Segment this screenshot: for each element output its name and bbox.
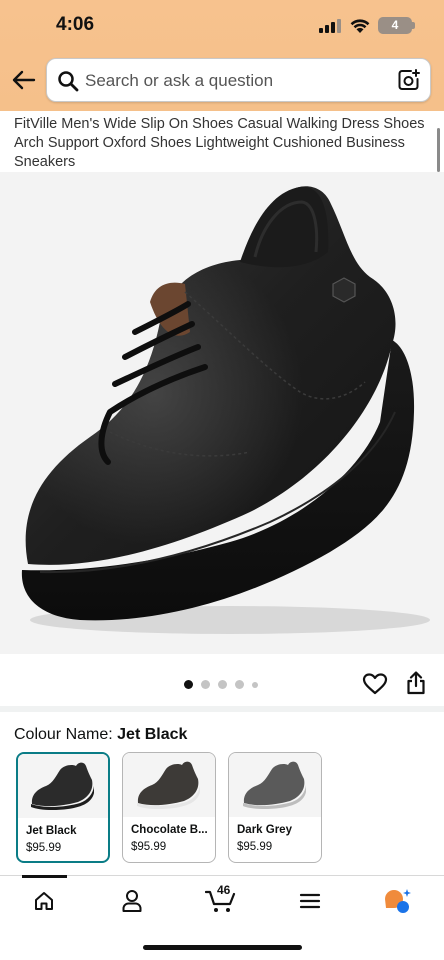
carousel-dot[interactable] — [184, 680, 193, 689]
carousel-dot[interactable] — [252, 681, 258, 688]
camera-search-icon[interactable] — [397, 68, 421, 92]
search-placeholder: Search or ask a question — [85, 71, 274, 90]
wifi-icon — [350, 19, 370, 33]
share-button[interactable] — [405, 671, 427, 700]
battery-icon: 4 — [378, 17, 412, 34]
account-icon — [122, 890, 142, 912]
signal-icon — [319, 19, 341, 33]
colour-option-dark-grey[interactable]: Dark Grey $95.99 — [228, 752, 322, 863]
carousel-dot[interactable] — [235, 680, 244, 689]
swatch-price: $95.99 — [237, 841, 273, 853]
status-time: 4:06 — [56, 14, 95, 35]
swatch-name: Dark Grey — [237, 824, 292, 836]
search-icon — [58, 71, 79, 92]
nav-home[interactable] — [27, 886, 61, 916]
battery-cap — [412, 22, 415, 29]
nav-account[interactable] — [115, 886, 149, 916]
product-image[interactable] — [0, 172, 444, 654]
colour-option-chocolate-brown[interactable]: Chocolate B... $95.99 — [122, 752, 216, 863]
swatch-price: $95.99 — [26, 842, 62, 854]
image-carousel-dots[interactable] — [184, 680, 258, 689]
nav-menu[interactable] — [293, 886, 327, 916]
swatch-image — [229, 753, 321, 817]
shoe-image — [21, 186, 430, 634]
home-icon — [35, 892, 53, 910]
shoe-thumbnail-icon — [31, 762, 94, 811]
shoe-thumbnail-icon — [137, 761, 200, 810]
shoe-thumbnail-icon — [243, 761, 306, 810]
rufus-icon — [385, 889, 411, 913]
swatch-price: $95.99 — [131, 841, 167, 853]
back-arrow-icon — [12, 70, 36, 90]
carousel-dot[interactable] — [218, 680, 227, 689]
cart-count-badge: 46 — [217, 883, 231, 897]
swatch-name: Jet Black — [26, 825, 77, 837]
home-indicator — [143, 945, 302, 950]
colour-option-jet-black[interactable]: Jet Black $95.99 — [16, 752, 110, 863]
carousel-dot[interactable] — [201, 680, 210, 689]
swatch-image — [18, 754, 108, 818]
header: 4:06 4 Search or ask a question — [0, 0, 444, 111]
swatch-name: Chocolate B... — [131, 824, 208, 836]
product-title[interactable]: FitVille Men's Wide Slip On Shoes Casual… — [14, 115, 430, 172]
section-divider — [0, 706, 444, 712]
share-icon — [407, 671, 425, 695]
scrollbar — [437, 128, 440, 172]
colour-selected-value: Jet Black — [117, 726, 188, 743]
wishlist-button[interactable] — [362, 672, 388, 701]
colour-label-text: Colour Name: — [14, 726, 113, 743]
search-input[interactable]: Search or ask a question — [46, 58, 431, 102]
swatch-image — [123, 753, 215, 817]
menu-icon — [299, 893, 321, 909]
colour-name-label: Colour Name: Jet Black — [14, 726, 187, 744]
back-button[interactable] — [10, 66, 38, 94]
nav-rufus[interactable] — [381, 886, 415, 916]
heart-icon — [362, 673, 388, 695]
